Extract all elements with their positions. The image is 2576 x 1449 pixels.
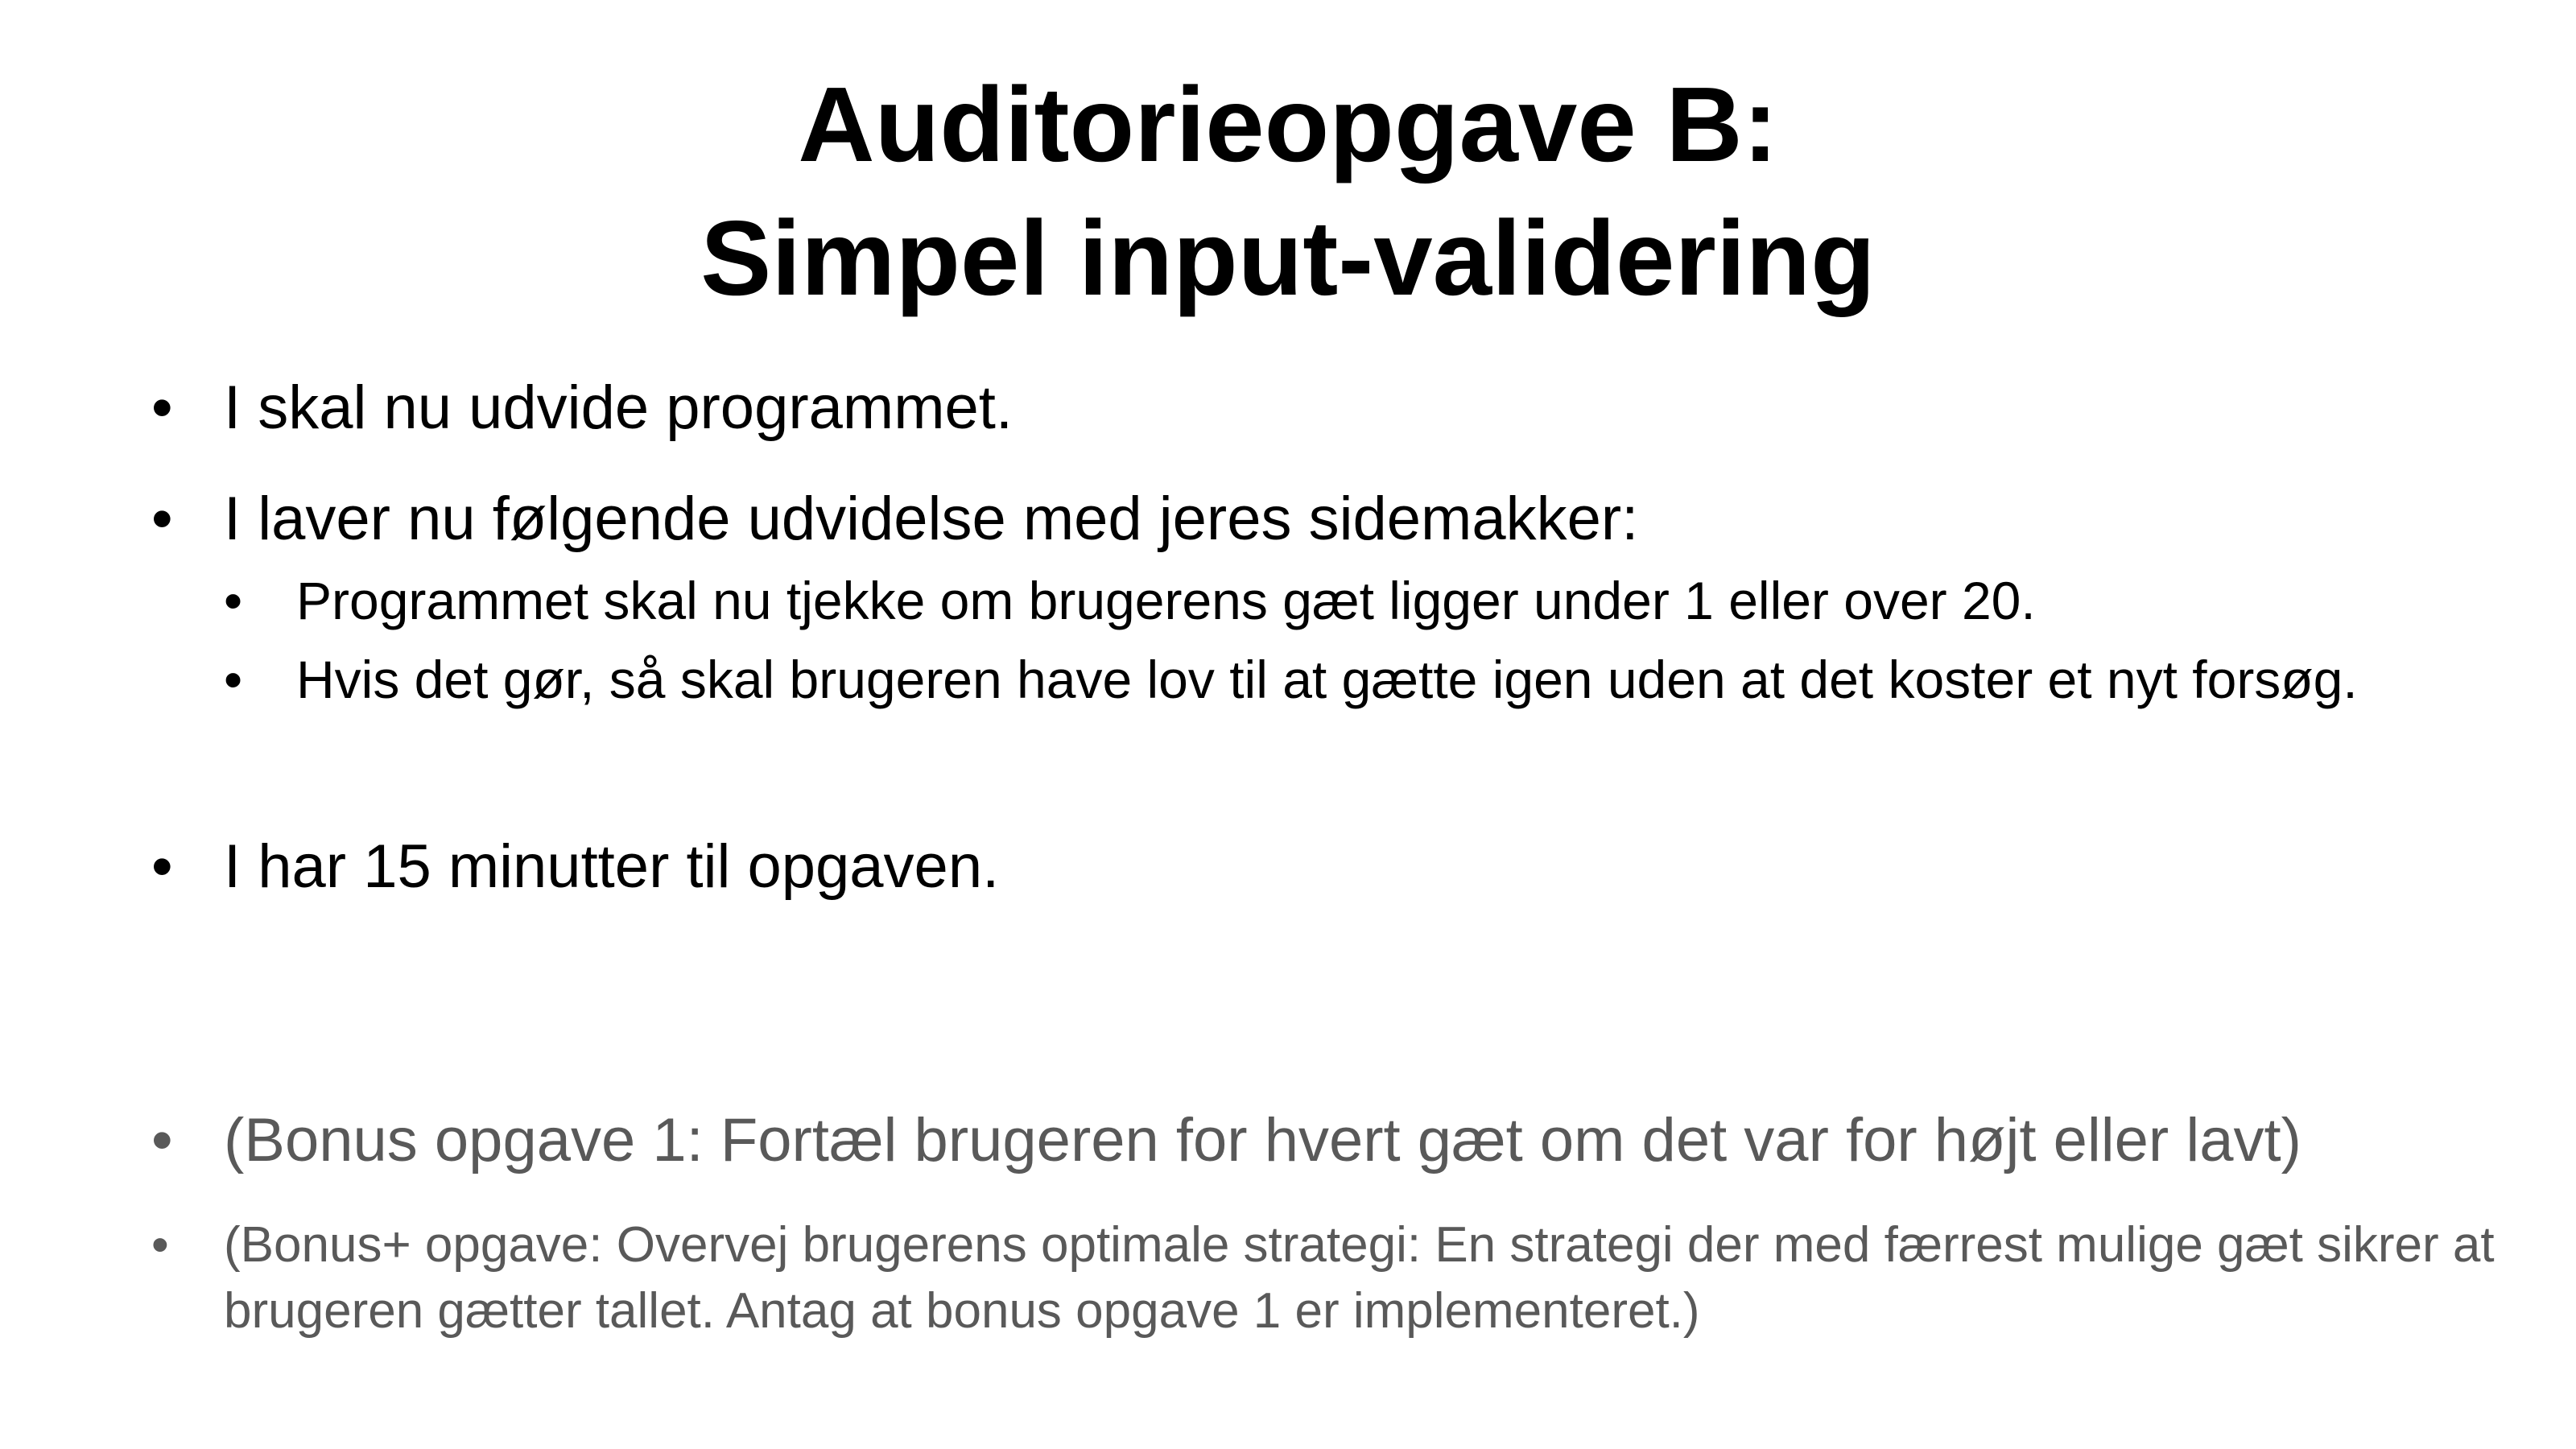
- bullet-dot-icon: •: [151, 485, 173, 553]
- bullet-text: I skal nu udvide programmet.: [224, 374, 1013, 442]
- slide-title-line-2: Simpel input-validering: [700, 199, 1876, 317]
- sub-bullet-text: Programmet skal nu tjekke om brugerens g…: [296, 571, 2036, 630]
- bullet-dot-icon: •: [151, 374, 173, 442]
- sub-bullet-text: Hvis det gør, så skal brugeren have lov …: [296, 650, 2358, 709]
- bullet-dot-icon: •: [151, 1217, 169, 1273]
- bullet-dot-icon: •: [224, 650, 243, 709]
- bullet-dot-icon: •: [151, 1106, 173, 1174]
- bullet-dot-icon: •: [224, 571, 243, 630]
- bullet-dot-icon: •: [151, 832, 173, 901]
- bullet-text: I laver nu følgende udvidelse med jeres …: [224, 485, 1639, 553]
- bonus-plus-bullet-text: (Bonus+ opgave: Overvej brugerens optima…: [224, 1217, 2495, 1339]
- slide-title: Auditorieopgave B: Simpel input-valideri…: [0, 58, 2576, 325]
- bonus-bullet-text: (Bonus opgave 1: Fortæl brugeren for hve…: [224, 1106, 2301, 1174]
- bullet-text: I har 15 minutter til opgaven.: [224, 832, 1000, 901]
- slide-title-line-1: Auditorieopgave B:: [798, 65, 1778, 184]
